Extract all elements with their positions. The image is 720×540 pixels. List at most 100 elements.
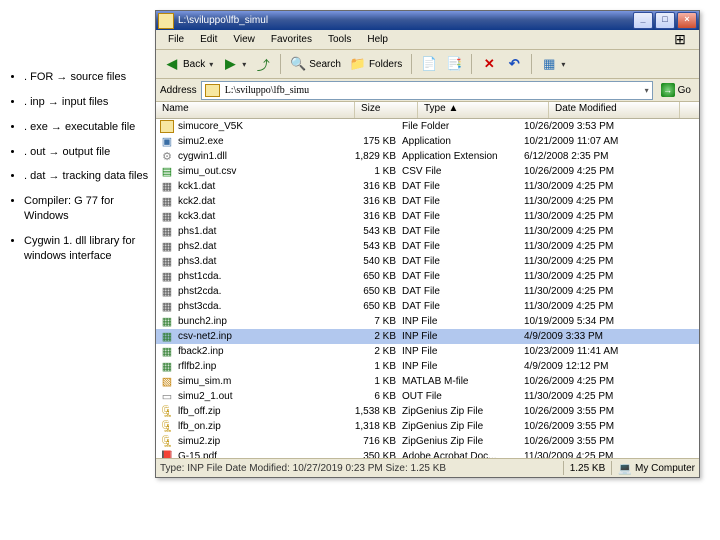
file-type: INP File bbox=[402, 331, 524, 342]
move-to-button[interactable]: 📄 bbox=[417, 53, 441, 75]
menu-edit[interactable]: Edit bbox=[192, 32, 225, 47]
file-dat-icon: ▦ bbox=[160, 195, 174, 209]
chevron-down-icon[interactable]: ▾ bbox=[645, 86, 649, 95]
file-dat-icon: ▦ bbox=[160, 225, 174, 239]
views-button[interactable]: ▦▾ bbox=[537, 53, 569, 75]
go-label: Go bbox=[678, 85, 691, 96]
menu-view[interactable]: View bbox=[225, 32, 263, 47]
side-note-item: . exe → executable file bbox=[24, 120, 160, 135]
address-box[interactable]: ▾ bbox=[201, 81, 653, 100]
file-row[interactable]: ▦phs1.dat543 KBDAT File11/30/2009 4:25 P… bbox=[156, 224, 699, 239]
file-row[interactable]: ▦phst2cda.650 KBDAT File11/30/2009 4:25 … bbox=[156, 284, 699, 299]
file-folder-icon bbox=[160, 120, 174, 134]
file-name: csv-net2.inp bbox=[178, 331, 346, 342]
address-input[interactable] bbox=[223, 84, 642, 97]
file-csv-icon: ▤ bbox=[160, 165, 174, 179]
chevron-down-icon: ▾ bbox=[561, 60, 565, 69]
forward-button[interactable]: ▶ ▾ bbox=[218, 53, 250, 75]
file-row[interactable]: 🗜lfb_on.zip1,318 KBZipGenius Zip File10/… bbox=[156, 419, 699, 434]
file-row[interactable]: ▦phst1cda.650 KBDAT File11/30/2009 4:25 … bbox=[156, 269, 699, 284]
file-size: 1,318 KB bbox=[346, 421, 402, 432]
menu-tools[interactable]: Tools bbox=[320, 32, 359, 47]
file-row[interactable]: ⚙cygwin1.dll1,829 KBApplication Extensio… bbox=[156, 149, 699, 164]
file-row[interactable]: ▦csv-net2.inp2 KBINP File4/9/2009 3:33 P… bbox=[156, 329, 699, 344]
address-label: Address bbox=[160, 85, 197, 96]
undo-button[interactable]: ↶ bbox=[502, 53, 526, 75]
file-size: 6 KB bbox=[346, 391, 402, 402]
menu-help[interactable]: Help bbox=[359, 32, 396, 47]
file-date: 11/30/2009 4:25 PM bbox=[524, 286, 646, 297]
file-type: INP File bbox=[402, 361, 524, 372]
folders-button[interactable]: 📁 Folders bbox=[346, 53, 406, 75]
header-size[interactable]: Size bbox=[355, 102, 418, 118]
file-row[interactable]: ▣simu2.exe175 KBApplication10/21/2009 11… bbox=[156, 134, 699, 149]
file-size: 1 KB bbox=[346, 376, 402, 387]
copy-icon: 📑 bbox=[446, 56, 462, 72]
file-name: simu2.exe bbox=[178, 136, 346, 147]
up-button[interactable]: ⤴ bbox=[251, 53, 275, 75]
toolbar: ◀ Back ▾ ▶ ▾ ⤴ 🔍 Search 📁 Folders 📄 bbox=[156, 50, 699, 79]
back-button[interactable]: ◀ Back ▾ bbox=[160, 53, 217, 75]
file-row[interactable]: ▦bunch2.inp7 KBINP File10/19/2009 5:34 P… bbox=[156, 314, 699, 329]
file-type: ZipGenius Zip File bbox=[402, 436, 524, 447]
file-type: DAT File bbox=[402, 256, 524, 267]
file-row[interactable]: ▦phst3cda.650 KBDAT File11/30/2009 4:25 … bbox=[156, 299, 699, 314]
file-name: kck2.dat bbox=[178, 196, 346, 207]
side-notes: . FOR → source files. inp → input files.… bbox=[0, 50, 164, 274]
menu-file[interactable]: File bbox=[160, 32, 192, 47]
file-name: phst3cda. bbox=[178, 301, 346, 312]
file-date: 11/30/2009 4:25 PM bbox=[524, 181, 646, 192]
file-date: 11/30/2009 4:25 PM bbox=[524, 451, 646, 458]
file-pdf-icon: 📕 bbox=[160, 450, 174, 459]
delete-button[interactable]: ✕ bbox=[477, 53, 501, 75]
side-note-item: . out → output file bbox=[24, 145, 160, 160]
file-type: MATLAB M-file bbox=[402, 376, 524, 387]
file-date: 10/26/2009 4:25 PM bbox=[524, 166, 646, 177]
side-note-item: . FOR → source files bbox=[24, 70, 160, 85]
header-date[interactable]: Date Modified bbox=[549, 102, 680, 118]
file-dll-icon: ⚙ bbox=[160, 150, 174, 164]
file-size: 350 KB bbox=[346, 451, 402, 458]
chevron-down-icon: ▾ bbox=[242, 60, 246, 69]
menu-favorites[interactable]: Favorites bbox=[263, 32, 320, 47]
file-type: DAT File bbox=[402, 211, 524, 222]
file-row[interactable]: ▦kck3.dat316 KBDAT File11/30/2009 4:25 P… bbox=[156, 209, 699, 224]
close-button[interactable]: × bbox=[677, 12, 697, 29]
file-row[interactable]: ▦kck1.dat316 KBDAT File11/30/2009 4:25 P… bbox=[156, 179, 699, 194]
file-list[interactable]: simucore_V5KFile Folder10/26/2009 3:53 P… bbox=[156, 119, 699, 458]
file-row[interactable]: ▦rflfb2.inp1 KBINP File4/9/2009 12:12 PM bbox=[156, 359, 699, 374]
move-icon: 📄 bbox=[421, 56, 437, 72]
file-row[interactable]: ▤simu_out.csv1 KBCSV File10/26/2009 4:25… bbox=[156, 164, 699, 179]
maximize-button[interactable]: □ bbox=[655, 12, 675, 29]
titlebar[interactable]: L:\sviluppo\lfb_simul _ □ × bbox=[156, 11, 699, 30]
file-row[interactable]: ▧simu_sim.m1 KBMATLAB M-file10/26/2009 4… bbox=[156, 374, 699, 389]
window-title: L:\sviluppo\lfb_simul bbox=[178, 15, 631, 26]
search-button[interactable]: 🔍 Search bbox=[286, 53, 345, 75]
file-row[interactable]: simucore_V5KFile Folder10/26/2009 3:53 P… bbox=[156, 119, 699, 134]
status-detail: Type: INP File Date Modified: 10/27/2019… bbox=[160, 463, 557, 474]
file-size: 175 KB bbox=[346, 136, 402, 147]
file-name: simu2.zip bbox=[178, 436, 346, 447]
search-label: Search bbox=[309, 59, 341, 70]
explorer-window: L:\sviluppo\lfb_simul _ □ × File Edit Vi… bbox=[155, 10, 700, 478]
file-row[interactable]: ▦kck2.dat316 KBDAT File11/30/2009 4:25 P… bbox=[156, 194, 699, 209]
computer-icon: 💻 bbox=[618, 462, 632, 475]
copy-to-button[interactable]: 📑 bbox=[442, 53, 466, 75]
file-name: simu_out.csv bbox=[178, 166, 346, 177]
chevron-down-icon: ▾ bbox=[209, 60, 213, 69]
file-row[interactable]: ▭simu2_1.out6 KBOUT File11/30/2009 4:25 … bbox=[156, 389, 699, 404]
header-name[interactable]: Name bbox=[156, 102, 355, 118]
go-button[interactable]: → Go bbox=[657, 83, 695, 97]
file-name: phs1.dat bbox=[178, 226, 346, 237]
file-row[interactable]: 📕G-15.pdf350 KBAdobe Acrobat Doc...11/30… bbox=[156, 449, 699, 458]
file-row[interactable]: 🗜lfb_off.zip1,538 KBZipGenius Zip File10… bbox=[156, 404, 699, 419]
file-type: DAT File bbox=[402, 286, 524, 297]
file-row[interactable]: 🗜simu2.zip716 KBZipGenius Zip File10/26/… bbox=[156, 434, 699, 449]
header-type[interactable]: Type ▲ bbox=[418, 102, 549, 118]
file-size: 650 KB bbox=[346, 286, 402, 297]
minimize-button[interactable]: _ bbox=[633, 12, 653, 29]
file-row[interactable]: ▦fback2.inp2 KBINP File10/23/2009 11:41 … bbox=[156, 344, 699, 359]
file-row[interactable]: ▦phs2.dat543 KBDAT File11/30/2009 4:25 P… bbox=[156, 239, 699, 254]
file-row[interactable]: ▦phs3.dat540 KBDAT File11/30/2009 4:25 P… bbox=[156, 254, 699, 269]
file-type: DAT File bbox=[402, 226, 524, 237]
